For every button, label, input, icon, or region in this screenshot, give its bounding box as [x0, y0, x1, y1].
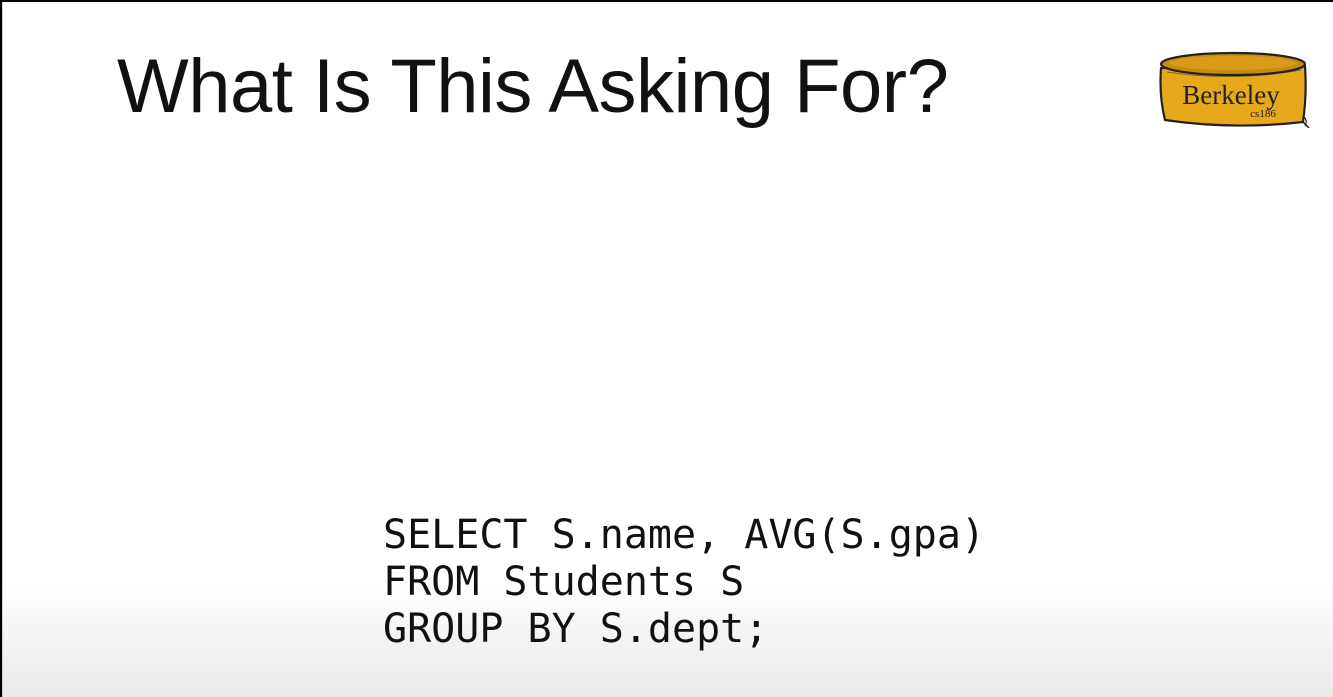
berkeley-cs186-logo: Berkeley cs186 [1159, 51, 1310, 128]
code-line: SELECT S.name, AVG(S.gpa) [383, 512, 986, 558]
sql-code-block: SELECT S.name, AVG(S.gpa) FROM Students S… [383, 512, 985, 653]
logo-wordmark: Berkeley [1182, 80, 1280, 110]
slide: What Is This Asking For? Berkeley cs186 … [2, 2, 1333, 697]
logo-course: cs186 [1250, 108, 1276, 120]
code-line: GROUP BY S.dept; [383, 606, 769, 652]
code-line: FROM Students S [383, 559, 745, 605]
slide-title: What Is This Asking For? [117, 44, 949, 129]
